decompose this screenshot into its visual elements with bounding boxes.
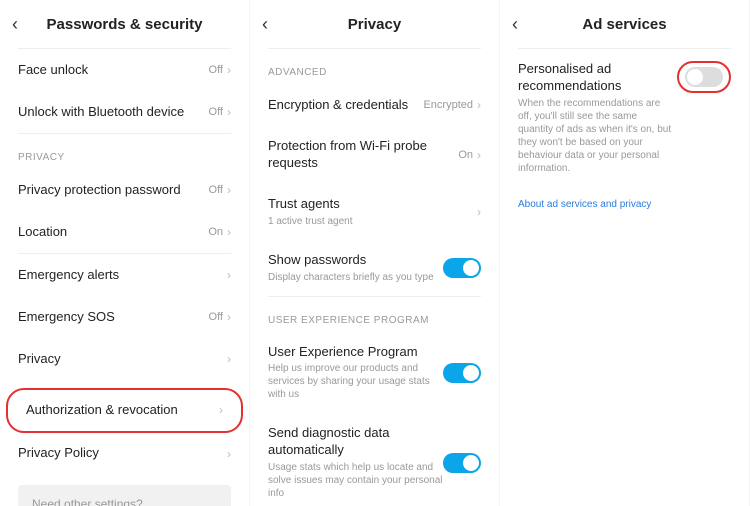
footer-chip[interactable]: Need other settings?: [18, 485, 231, 506]
back-icon[interactable]: ‹: [262, 14, 282, 35]
sublabel: 1 active trust agent: [268, 215, 477, 228]
header: ‹ Passwords & security: [0, 0, 249, 48]
row-bluetooth-unlock[interactable]: Unlock with Bluetooth device Off ›: [0, 91, 249, 133]
label: Privacy: [18, 351, 227, 368]
row-user-experience[interactable]: User Experience Program Help us improve …: [250, 332, 499, 414]
highlight-toggle: [677, 61, 731, 93]
row-diagnostic-data[interactable]: Send diagnostic data automatically Usage…: [250, 413, 499, 506]
label: Emergency SOS: [18, 309, 209, 326]
toggle-user-experience[interactable]: [443, 363, 481, 383]
sublabel: Usage stats which help us locate and sol…: [268, 461, 443, 500]
chevron-right-icon: ›: [227, 268, 231, 282]
row-encryption[interactable]: Encryption & credentials Encrypted ›: [250, 84, 499, 126]
label: Encryption & credentials: [268, 97, 423, 114]
sublabel: Display characters briefly as you type: [268, 271, 443, 284]
label: Location: [18, 224, 208, 241]
chevron-right-icon: ›: [227, 63, 231, 77]
row-wifi-probe[interactable]: Protection from Wi-Fi probe requests On …: [250, 126, 499, 184]
label: Show passwords: [268, 252, 443, 269]
screen-ad-services: ‹ Ad services Personalised ad recommenda…: [500, 0, 750, 506]
section-uep: USER EXPERIENCE PROGRAM: [250, 297, 499, 332]
chevron-right-icon: ›: [227, 447, 231, 461]
toggle-personalised-ads[interactable]: [685, 67, 723, 87]
chevron-right-icon: ›: [477, 98, 481, 112]
chevron-right-icon: ›: [219, 403, 223, 417]
row-privacy-policy[interactable]: Privacy Policy ›: [0, 433, 249, 475]
label: Send diagnostic data automatically: [268, 425, 443, 459]
value: Off: [209, 311, 223, 323]
row-emergency-sos[interactable]: Emergency SOS Off ›: [0, 296, 249, 338]
page-title: Privacy: [282, 16, 487, 33]
label: Privacy protection password: [18, 182, 209, 199]
chevron-right-icon: ›: [227, 225, 231, 239]
header: ‹ Privacy: [250, 0, 499, 48]
chevron-right-icon: ›: [227, 183, 231, 197]
row-location[interactable]: Location On ›: [0, 211, 249, 253]
screen-privacy: ‹ Privacy ADVANCED Encryption & credenti…: [250, 0, 500, 506]
toggle-diagnostic[interactable]: [443, 453, 481, 473]
row-personalised-ads[interactable]: Personalised ad recommendations When the…: [500, 49, 749, 187]
label: Face unlock: [18, 62, 209, 79]
page-title: Ad services: [532, 16, 737, 33]
label: Privacy Policy: [18, 445, 227, 462]
value: On: [208, 226, 223, 238]
back-icon[interactable]: ‹: [512, 14, 532, 35]
label: Authorization & revocation: [26, 402, 219, 419]
section-advanced: ADVANCED: [250, 49, 499, 84]
value: Off: [209, 106, 223, 118]
label: Unlock with Bluetooth device: [18, 104, 209, 121]
label: Personalised ad recommendations: [518, 61, 673, 95]
section-privacy: PRIVACY: [0, 134, 249, 169]
row-privacy-password[interactable]: Privacy protection password Off ›: [0, 169, 249, 211]
row-face-unlock[interactable]: Face unlock Off ›: [0, 49, 249, 91]
page-title: Passwords & security: [32, 16, 237, 33]
label: Trust agents: [268, 196, 477, 213]
sublabel: When the recommendations are off, you'll…: [518, 97, 673, 175]
chevron-right-icon: ›: [227, 310, 231, 324]
value: Off: [209, 64, 223, 76]
value: Off: [209, 184, 223, 196]
row-trust-agents[interactable]: Trust agents 1 active trust agent ›: [250, 184, 499, 240]
screen-passwords-security: ‹ Passwords & security Face unlock Off ›…: [0, 0, 250, 506]
row-privacy[interactable]: Privacy ›: [0, 338, 249, 380]
label: Protection from Wi-Fi probe requests: [268, 138, 458, 172]
chevron-right-icon: ›: [477, 148, 481, 162]
row-show-passwords[interactable]: Show passwords Display characters briefl…: [250, 240, 499, 296]
back-icon[interactable]: ‹: [12, 14, 32, 35]
label: Emergency alerts: [18, 267, 227, 284]
chevron-right-icon: ›: [477, 205, 481, 219]
label: User Experience Program: [268, 344, 443, 361]
row-authorization-revocation[interactable]: Authorization & revocation ›: [6, 388, 243, 433]
value: On: [458, 149, 473, 161]
link-about-ad-services[interactable]: About ad services and privacy: [500, 187, 749, 222]
toggle-show-passwords[interactable]: [443, 258, 481, 278]
chevron-right-icon: ›: [227, 352, 231, 366]
sublabel: Help us improve our products and service…: [268, 362, 443, 401]
value: Encrypted: [423, 99, 473, 111]
header: ‹ Ad services: [500, 0, 749, 48]
row-emergency-alerts[interactable]: Emergency alerts ›: [0, 254, 249, 296]
chevron-right-icon: ›: [227, 105, 231, 119]
